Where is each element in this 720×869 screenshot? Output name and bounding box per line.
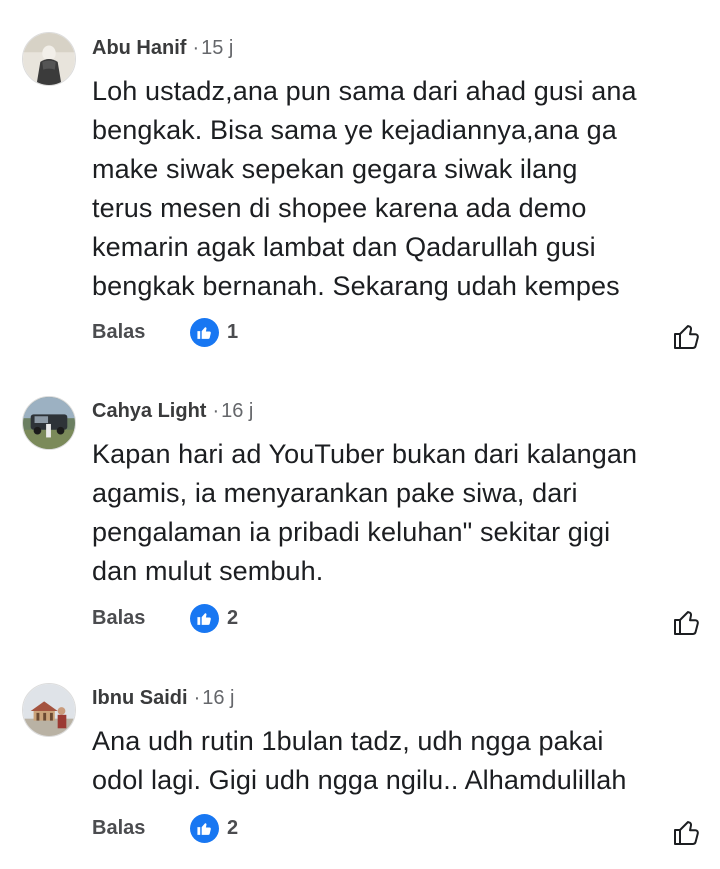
avatar-photo-icon (23, 397, 75, 449)
thumbs-up-outline-icon (674, 325, 699, 349)
comment-text: Kapan hari ad YouTuber bukan dari kalang… (92, 439, 638, 586)
reaction-summary[interactable]: 1 (190, 317, 238, 347)
like-button[interactable] (672, 321, 702, 351)
timestamp[interactable]: 16 j (202, 687, 234, 709)
avatar-photo-icon (23, 33, 75, 85)
reaction-count: 1 (227, 320, 239, 343)
thumbs-up-outline-icon (674, 611, 699, 635)
reaction-count: 2 (227, 816, 239, 839)
thumbs-up-icon (190, 813, 219, 843)
comment-actions: Balas 2 (92, 603, 702, 635)
reaction-count: 2 (227, 606, 239, 629)
comment-text: Loh ustadz,ana pun sama dari ahad gusi a… (92, 76, 637, 301)
reply-button[interactable]: Balas (92, 317, 145, 347)
author-name[interactable]: Ibnu Saidi (92, 687, 188, 709)
separator: · (193, 687, 201, 709)
comment-actions: Balas 1 (92, 317, 702, 349)
avatar[interactable] (22, 396, 76, 450)
reaction-summary[interactable]: 2 (190, 813, 238, 843)
reply-button[interactable]: Balas (92, 813, 145, 843)
thumbs-up-outline-icon (674, 821, 699, 845)
timestamp[interactable]: 16 j (221, 400, 253, 422)
thumbs-up-icon (190, 603, 219, 633)
comment-header: Abu Hanif · 15 j (92, 36, 233, 60)
avatar-photo-icon (23, 684, 75, 736)
author-name[interactable]: Abu Hanif (92, 37, 186, 59)
timestamp[interactable]: 15 j (201, 37, 233, 59)
like-button[interactable] (672, 607, 702, 637)
separator: · (192, 37, 200, 59)
reaction-summary[interactable]: 2 (190, 603, 238, 633)
avatar[interactable] (22, 683, 76, 737)
like-button[interactable] (672, 817, 702, 847)
separator: · (212, 400, 220, 422)
reply-button[interactable]: Balas (92, 603, 145, 633)
author-name[interactable]: Cahya Light (92, 400, 206, 422)
comment-header: Cahya Light · 16 j (92, 399, 253, 423)
avatar[interactable] (22, 32, 76, 86)
comment-actions: Balas 2 (92, 813, 702, 845)
comment-text: Ana udh rutin 1bulan tadz, udh ngga paka… (92, 726, 627, 795)
thumbs-up-icon (190, 317, 219, 347)
comment-header: Ibnu Saidi · 16 j (92, 686, 234, 710)
